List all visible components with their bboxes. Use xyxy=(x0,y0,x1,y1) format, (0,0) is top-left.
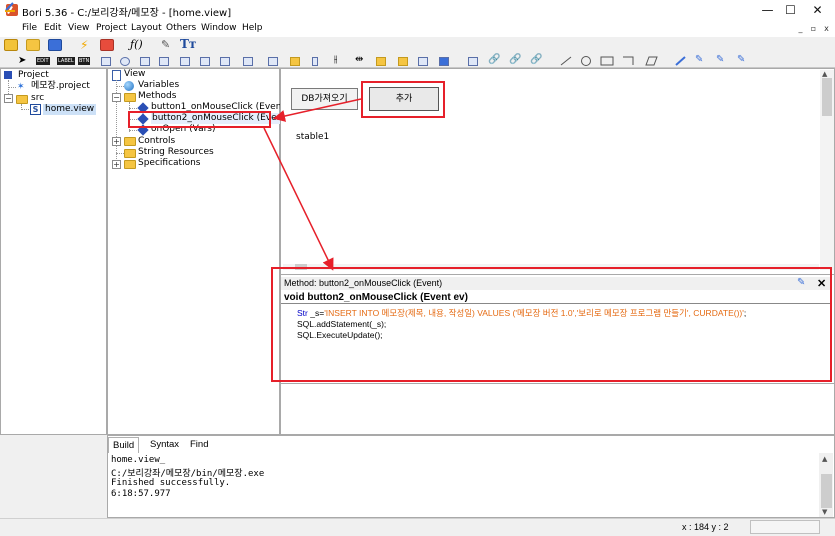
build-scroll-thumb[interactable] xyxy=(821,474,832,508)
output-line: 6:18:57.977 xyxy=(111,489,171,499)
tab-find[interactable]: Find xyxy=(186,437,212,453)
build-scroll-up-icon[interactable]: ▲ xyxy=(822,455,827,463)
arrow-to-method xyxy=(273,98,362,122)
tab-build[interactable]: Build xyxy=(108,437,140,453)
output-line: Finished successfully. xyxy=(111,478,231,488)
tab-syntax[interactable]: Syntax xyxy=(146,437,183,453)
output-line: home.view_ xyxy=(111,455,166,465)
status-field xyxy=(750,520,820,534)
arrow-to-code xyxy=(263,127,334,271)
cursor-coordinates: x : 184 y : 2 xyxy=(682,522,729,532)
build-scroll-down-icon[interactable]: ▼ xyxy=(822,508,827,516)
